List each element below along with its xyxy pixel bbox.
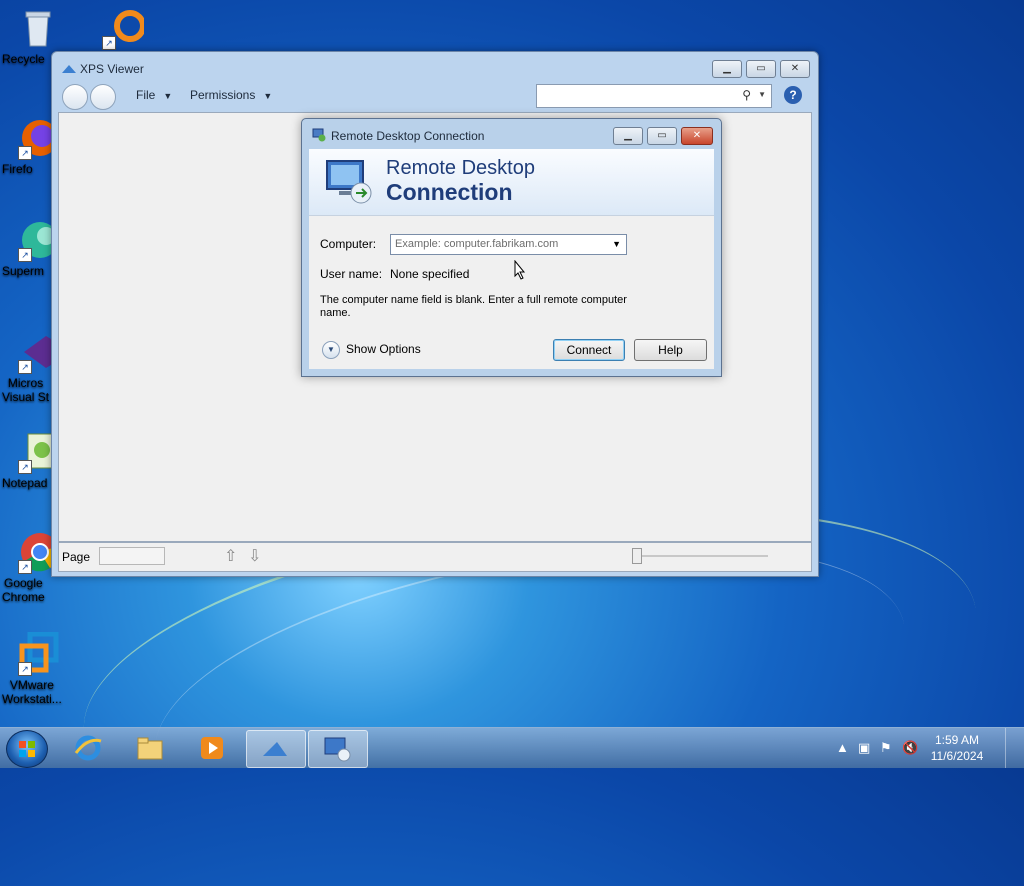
media-player-icon bbox=[201, 737, 223, 759]
computer-label: Computer: bbox=[320, 237, 377, 251]
banner-title-line1: Remote Desktop bbox=[386, 157, 535, 179]
system-tray: ▲ ▣ ⚑ 🔇 1:59 AM 11/6/2024 bbox=[828, 728, 1018, 768]
taskbar-internet-explorer[interactable] bbox=[60, 730, 118, 766]
taskbar-media-player[interactable] bbox=[184, 730, 242, 766]
next-page-icon[interactable]: ⇩ bbox=[248, 546, 261, 566]
chevron-down-icon[interactable]: ▼ bbox=[758, 90, 766, 99]
zoom-slider-thumb[interactable] bbox=[632, 548, 642, 564]
shortcut-arrow-icon: ↗ bbox=[102, 36, 116, 50]
volume-muted-icon[interactable]: 🔇 bbox=[902, 740, 918, 756]
permissions-menu-label: Permissions bbox=[190, 88, 256, 102]
permissions-menu[interactable]: Permissions ▼ bbox=[190, 88, 272, 102]
remote-desktop-icon bbox=[312, 128, 326, 142]
desktop-icon-vmware[interactable]: ↗ VMware Workstati... bbox=[2, 631, 74, 706]
menu-bar: File ▼ Permissions ▼ ⚲ ▼ ? bbox=[58, 82, 812, 110]
chevron-down-icon: ▼ bbox=[163, 91, 173, 101]
dialog-body: Computer: Example: computer.fabrikam.com… bbox=[309, 216, 714, 369]
nav-buttons bbox=[62, 84, 118, 110]
internet-explorer-icon bbox=[74, 735, 102, 761]
close-button[interactable]: ✕ bbox=[681, 127, 713, 145]
desktop-icon-recycle-bin[interactable]: Recycle bbox=[2, 6, 74, 66]
taskbar: ▲ ▣ ⚑ 🔇 1:59 AM 11/6/2024 bbox=[0, 727, 1024, 768]
window-title: XPS Viewer bbox=[80, 62, 144, 76]
remote-desktop-dialog: Remote Desktop Connection ▁ ▭ ✕ Remote D… bbox=[301, 118, 722, 377]
search-input[interactable]: ⚲ ▼ bbox=[536, 84, 772, 108]
shortcut-arrow-icon: ↗ bbox=[18, 248, 32, 262]
mouse-cursor-icon bbox=[514, 260, 526, 280]
xps-viewer-icon bbox=[263, 742, 287, 756]
chevron-down-icon[interactable]: ▼ bbox=[612, 239, 621, 249]
shortcut-arrow-icon: ↗ bbox=[18, 560, 32, 574]
vmware-icon: ↗ bbox=[16, 631, 60, 676]
banner-title-line2: Connection bbox=[386, 179, 513, 205]
computer-placeholder: Example: computer.fabrikam.com bbox=[395, 238, 559, 250]
title-bar[interactable]: XPS Viewer ▁ ▭ ✕ bbox=[52, 52, 818, 82]
folder-icon bbox=[137, 737, 163, 760]
back-button[interactable] bbox=[62, 84, 88, 110]
status-bar: Page ⇧ ⇩ bbox=[58, 542, 812, 572]
previous-page-icon[interactable]: ⇧ bbox=[224, 546, 237, 566]
start-button[interactable] bbox=[6, 730, 48, 768]
clock-time: 1:59 AM bbox=[934, 733, 980, 747]
app-ring-icon: ↗ bbox=[100, 6, 146, 50]
action-center-flag-icon[interactable]: ⚑ bbox=[880, 740, 892, 756]
close-button[interactable]: ✕ bbox=[780, 60, 810, 78]
connect-button[interactable]: Connect bbox=[553, 339, 625, 361]
file-menu-label: File bbox=[136, 88, 156, 102]
page-number-input[interactable] bbox=[99, 547, 165, 565]
minimize-button[interactable]: ▁ bbox=[613, 127, 643, 145]
username-value: None specified bbox=[390, 267, 470, 281]
desktop-icon-app[interactable]: ↗ bbox=[86, 6, 158, 52]
dialog-title: Remote Desktop Connection bbox=[331, 129, 485, 143]
xps-viewer-icon bbox=[62, 65, 76, 73]
show-hidden-icons-icon[interactable]: ▲ bbox=[836, 740, 849, 755]
shortcut-arrow-icon: ↗ bbox=[18, 460, 32, 474]
monitor-icon bbox=[326, 160, 372, 204]
remote-desktop-icon bbox=[324, 737, 351, 762]
search-icon[interactable]: ⚲ bbox=[742, 88, 751, 102]
computer-combobox[interactable]: Example: computer.fabrikam.com ▼ bbox=[390, 234, 627, 255]
taskbar-xps-viewer[interactable] bbox=[246, 730, 306, 768]
maximize-button[interactable]: ▭ bbox=[647, 127, 677, 145]
chevron-down-icon: ▼ bbox=[263, 91, 273, 101]
clock-date: 11/6/2024 bbox=[930, 749, 984, 763]
show-options-label: Show Options bbox=[346, 342, 421, 357]
shortcut-arrow-icon: ↗ bbox=[18, 662, 32, 676]
show-desktop-button[interactable] bbox=[1005, 728, 1018, 768]
help-icon[interactable]: ? bbox=[784, 86, 802, 104]
help-button[interactable]: Help bbox=[634, 339, 707, 361]
dialog-banner: Remote Desktop Connection bbox=[309, 149, 714, 216]
windows-logo-icon bbox=[19, 741, 35, 757]
expand-chevron-icon[interactable]: ▼ bbox=[322, 341, 340, 359]
taskbar-remote-desktop[interactable] bbox=[308, 730, 368, 768]
clock[interactable]: 1:59 AM 11/6/2024 bbox=[922, 732, 992, 764]
validation-message: The computer name field is blank. Enter … bbox=[320, 294, 627, 319]
taskbar-file-explorer[interactable] bbox=[122, 730, 180, 766]
show-options-toggle[interactable]: ▼ Show Options bbox=[322, 341, 421, 359]
maximize-button[interactable]: ▭ bbox=[746, 60, 776, 78]
username-label: User name: bbox=[320, 267, 383, 281]
network-icon[interactable]: ▣ bbox=[858, 740, 870, 756]
zoom-slider-track[interactable] bbox=[634, 555, 768, 557]
shortcut-arrow-icon: ↗ bbox=[18, 146, 32, 160]
title-bar[interactable]: Remote Desktop Connection ▁ ▭ ✕ bbox=[302, 119, 721, 149]
recycle-bin-icon bbox=[16, 6, 60, 50]
shortcut-arrow-icon: ↗ bbox=[18, 360, 32, 374]
minimize-button[interactable]: ▁ bbox=[712, 60, 742, 78]
page-label: Page bbox=[62, 550, 91, 564]
file-menu[interactable]: File ▼ bbox=[136, 88, 172, 102]
forward-button[interactable] bbox=[90, 84, 116, 110]
